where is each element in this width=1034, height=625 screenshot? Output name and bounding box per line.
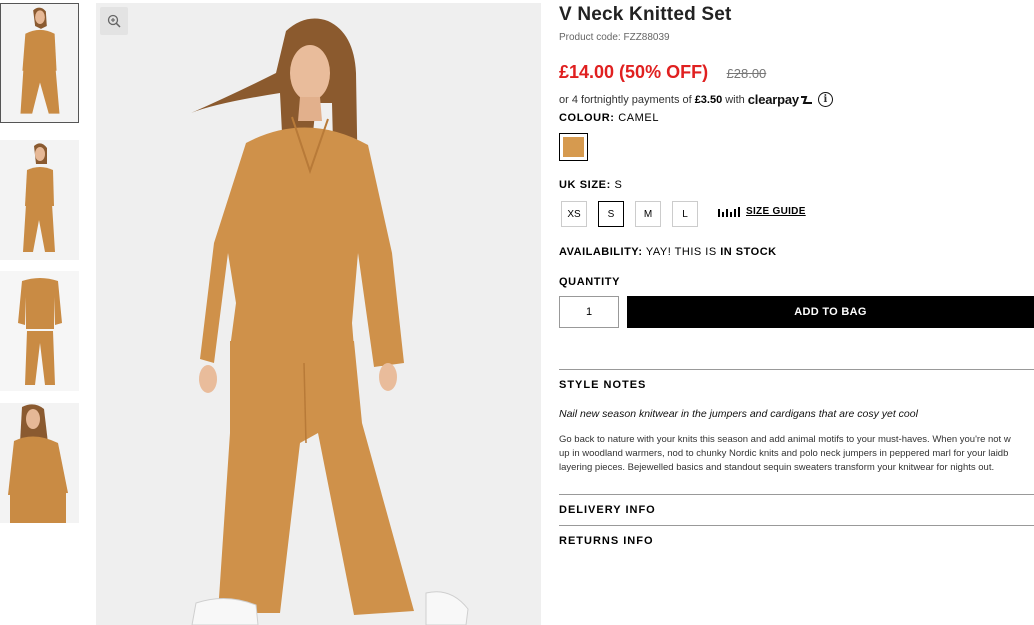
divider [559,494,1034,495]
model-photo [96,3,541,625]
quantity-input[interactable] [559,296,619,328]
divider [559,525,1034,526]
availability-status: IN STOCK [720,246,777,258]
thumbnail-image [0,403,79,523]
clearpay-with: with [725,93,745,106]
colour-value: CAMEL [618,112,660,124]
availability: AVAILABILITY: YAY! THIS IS IN STOCK [559,246,777,258]
style-notes-body: Go back to nature with your knits this s… [559,433,1034,475]
style-notes-line: up in woodland warmers, nod to chunky No… [559,448,1009,459]
style-notes-line: layering pieces. Bejewelled basics and s… [559,462,995,473]
style-notes-heading[interactable]: STYLE NOTES [559,379,646,391]
price-row: £14.00 (50% OFF) £28.00 [559,62,766,83]
size-guide-link[interactable]: SIZE GUIDE [718,206,806,217]
original-price: £28.00 [726,66,767,81]
main-product-image[interactable] [96,3,541,625]
size-guide-label: SIZE GUIDE [746,206,806,217]
clearpay-amount: £3.50 [694,93,723,106]
colour-label-text: COLOUR: [559,112,615,124]
divider [559,369,1034,370]
delivery-info-heading[interactable]: DELIVERY INFO [559,504,656,516]
magnifier-plus-icon [107,14,121,28]
product-code: Product code: FZZ88039 [559,32,670,43]
thumbnail-image [0,271,79,391]
add-to-bag-button[interactable]: ADD TO BAG [627,296,1034,328]
ruler-icon [718,206,740,217]
sale-price: £14.00 (50% OFF) [559,62,709,82]
thumbnail-3[interactable] [0,271,79,391]
style-notes-line: Go back to nature with your knits this s… [559,434,1011,445]
availability-label: AVAILABILITY: [559,246,643,258]
clearpay-prefix: or 4 fortnightly payments of [559,93,692,106]
quantity-label: QUANTITY [559,276,621,288]
colour-swatch-camel[interactable] [559,133,588,161]
size-option-m[interactable]: M [635,201,661,227]
returns-info-heading[interactable]: RETURNS INFO [559,535,654,547]
product-details-panel: V Neck Knitted Set Product code: FZZ8803… [559,0,1034,625]
thumbnail-2[interactable] [0,140,79,260]
size-options: XS S M L [561,201,709,227]
size-option-s[interactable]: S [598,201,624,227]
thumbnail-image [0,140,79,260]
size-label: UK SIZE: S [559,179,622,191]
thumbnail-4[interactable] [0,403,79,523]
size-label-text: UK SIZE: [559,179,611,191]
info-icon[interactable]: i [817,92,833,107]
clearpay-arrows-icon [800,95,812,104]
swatch-fill [563,137,584,157]
availability-text: YAY! THIS IS [645,246,717,258]
clearpay-message: or 4 fortnightly payments of £3.50 with … [559,92,833,107]
clearpay-logo: clearpay [747,92,799,107]
product-title: V Neck Knitted Set [559,4,732,25]
size-option-xs[interactable]: XS [561,201,587,227]
zoom-button[interactable] [100,7,128,35]
size-value: S [614,179,623,191]
size-option-l[interactable]: L [672,201,698,227]
thumbnail-image [1,4,78,122]
thumbnail-1[interactable] [0,3,79,123]
style-notes-lead: Nail new season knitwear in the jumpers … [559,408,918,420]
colour-label: COLOUR: CAMEL [559,112,659,124]
